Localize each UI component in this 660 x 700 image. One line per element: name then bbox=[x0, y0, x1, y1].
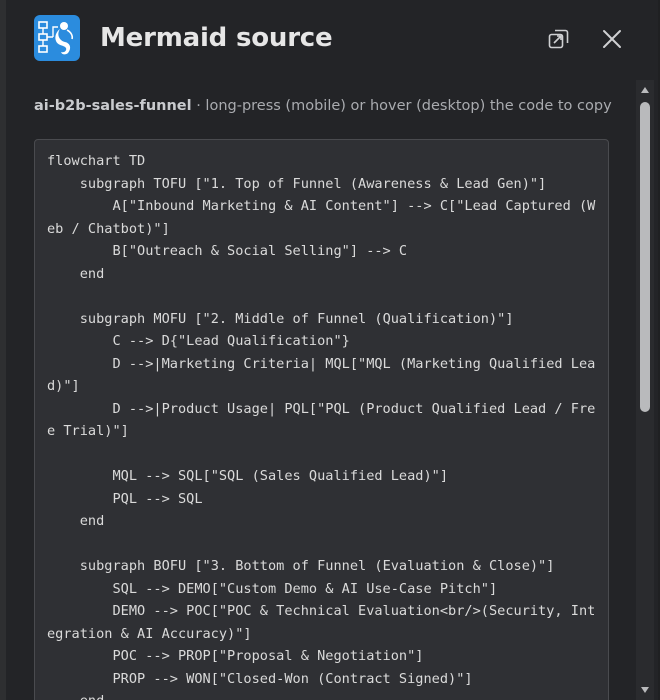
triangle-up-icon bbox=[641, 87, 649, 93]
mermaid-code[interactable]: flowchart TD subgraph TOFU ["1. Top of F… bbox=[35, 140, 608, 700]
dialog-header: Mermaid source bbox=[6, 0, 658, 78]
dialog-title: Mermaid source bbox=[100, 23, 333, 53]
scroll-thumb[interactable] bbox=[640, 102, 650, 412]
mermaid-source-dialog: Mermaid source ai-b2b-sales-funnel · lon… bbox=[6, 0, 658, 700]
triangle-down-icon bbox=[641, 687, 649, 693]
scroll-up-button[interactable] bbox=[636, 82, 654, 98]
code-block[interactable]: flowchart TD subgraph TOFU ["1. Top of F… bbox=[34, 139, 609, 700]
diagram-name: ai-b2b-sales-funnel bbox=[34, 98, 192, 114]
close-button[interactable] bbox=[597, 24, 627, 54]
open-in-new-window-button[interactable] bbox=[544, 24, 574, 54]
mermaid-app-icon bbox=[34, 15, 80, 61]
scroll-down-button[interactable] bbox=[636, 682, 654, 698]
open-in-new-window-icon bbox=[548, 29, 569, 49]
vertical-scrollbar[interactable] bbox=[636, 80, 654, 700]
close-icon bbox=[603, 30, 621, 48]
copy-hint: · long-press (mobile) or hover (desktop)… bbox=[191, 98, 612, 114]
source-info-line: ai-b2b-sales-funnel · long-press (mobile… bbox=[34, 95, 624, 117]
